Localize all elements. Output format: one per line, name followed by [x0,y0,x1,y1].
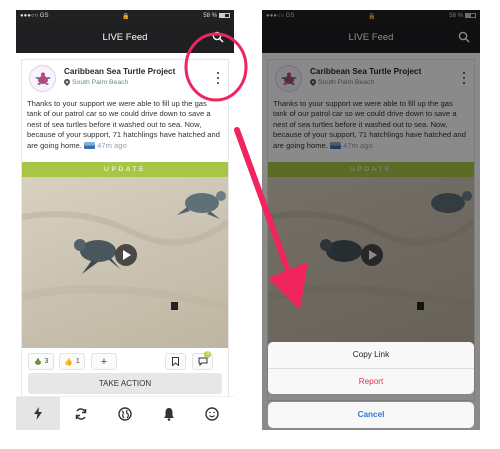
take-action-button[interactable]: TAKE ACTION [28,373,222,394]
avatar[interactable] [29,65,56,92]
thumbs-up-button[interactable]: 👍 1 [59,353,85,370]
reaction-bar: 3 👍 1 + 3 [22,348,228,374]
play-icon[interactable] [115,244,137,266]
tab-explore[interactable] [103,397,147,430]
action-sheet-cancel-group: Cancel [268,402,474,428]
turtle-count: 3 [44,358,49,365]
bell-icon [163,407,174,421]
smiley-icon [205,406,219,421]
refresh-icon [76,407,87,420]
update-tag: UPDATE [22,162,228,177]
turtle-logo-icon [35,72,50,85]
search-icon[interactable] [212,31,224,43]
bookmark-button[interactable] [165,353,186,370]
battery-icon [218,12,230,18]
carrier-label: ●●●○○ GS [20,13,49,19]
thumbs-count: 1 [75,358,80,365]
comment-button[interactable]: 3 [192,351,213,370]
thumbs-up-icon: 👍 [64,358,73,366]
page-title: LIVE Feed [102,32,148,43]
location-label: South Palm Beach [72,79,129,86]
video-thumbnail[interactable] [22,177,228,348]
comment-count: 3 [204,351,211,358]
tab-feed[interactable] [16,397,60,430]
turtle-reaction-button[interactable]: 3 [28,353,54,370]
globe-icon [118,406,132,421]
status-bar: ●●●○○ GS 🔒 58 % [16,10,234,22]
nav-bar: LIVE Feed [16,22,234,53]
comparison-stage: ●●●○○ GS 🔒 58 % LIVE Feed Caribbean Sea … [0,0,500,449]
feed-card: Caribbean Sea Turtle Project South Palm … [21,59,229,401]
battery-label: 58 % [203,13,217,20]
lightning-icon [33,407,42,420]
card-header: Caribbean Sea Turtle Project South Palm … [22,60,228,98]
post-body: Thanks to your support we were able to f… [22,98,228,162]
tab-notifications[interactable] [147,397,191,430]
add-reaction-button[interactable]: + [91,353,117,370]
tab-refresh[interactable] [60,397,104,430]
wave-emoji-icon [84,142,96,150]
copy-link-option[interactable]: Copy Link [268,342,474,368]
action-sheet: Copy Link Report [268,342,474,394]
bookmark-icon [172,357,179,366]
tab-profile[interactable] [190,397,234,430]
location: South Palm Beach [64,79,128,86]
cancel-button[interactable]: Cancel [268,402,474,428]
action-sheet-options: Copy Link Report [268,342,474,394]
tab-bar [16,396,234,430]
turtle-reaction-icon [34,357,41,365]
more-options-icon[interactable] [215,71,221,85]
comment-icon [198,357,207,366]
report-option[interactable]: Report [268,368,474,394]
phone-screen-left: ●●●○○ GS 🔒 58 % LIVE Feed Caribbean Sea … [16,10,234,430]
post-time: 47m ago [97,140,127,150]
lock-icon: 🔒 [122,13,130,20]
phone-screen-right: ●●●○○ GS 🔒 58 % LIVE Feed Caribbean Sea … [262,10,480,430]
location-pin-icon [64,79,70,86]
org-name[interactable]: Caribbean Sea Turtle Project [64,67,175,76]
